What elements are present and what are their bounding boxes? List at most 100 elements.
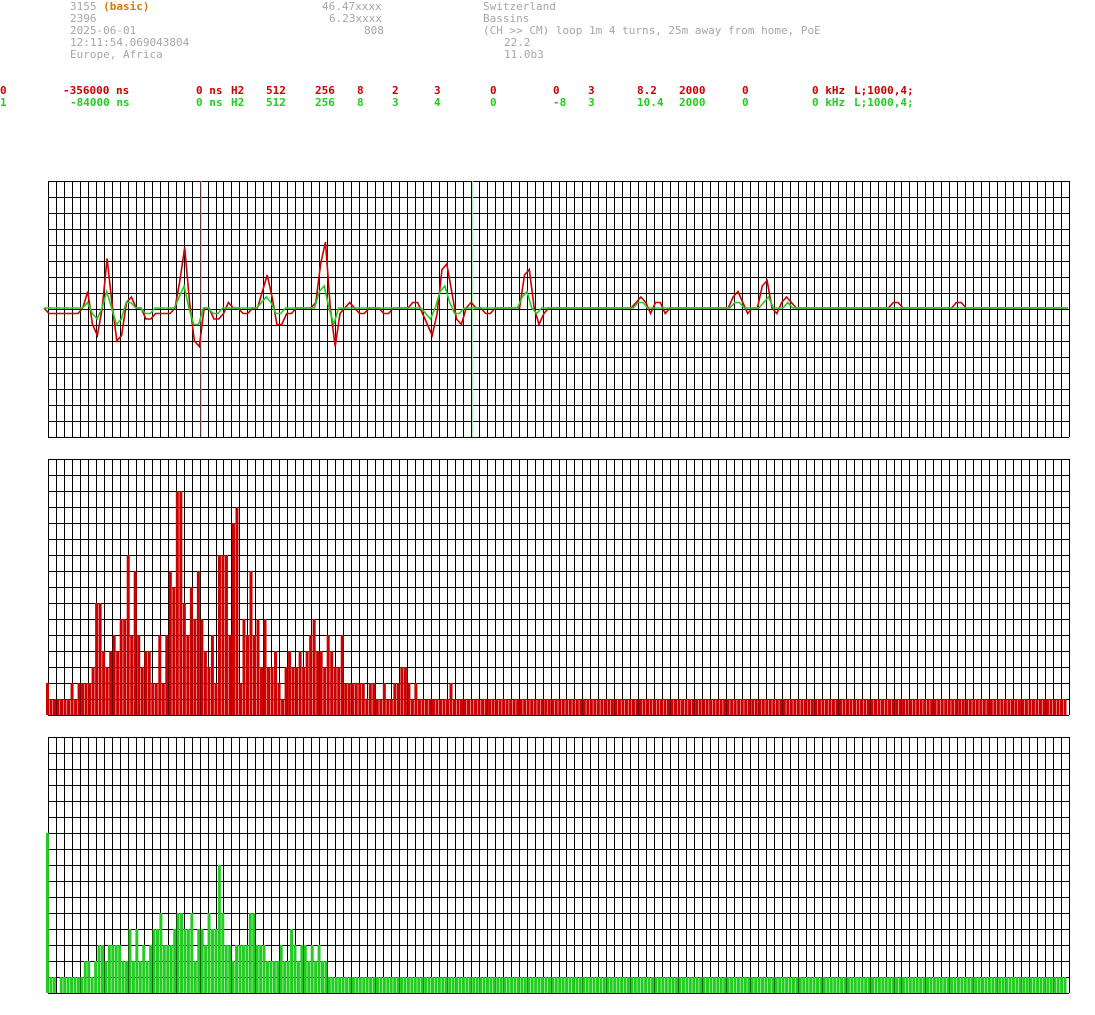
spectrum-bar xyxy=(915,977,919,993)
spectrum-bar xyxy=(1022,977,1026,993)
spectrum-bar xyxy=(197,929,201,993)
spectrum-bar xyxy=(592,977,596,993)
spectrum-bar xyxy=(919,699,923,715)
spectrum-bar xyxy=(272,961,276,993)
spectrum-bar xyxy=(895,977,899,993)
spectrum-bar xyxy=(375,699,379,715)
spectrum-bar xyxy=(448,977,452,993)
spectrum-bar xyxy=(902,699,906,715)
spectrum-bar xyxy=(407,683,411,715)
spectrum-bar xyxy=(451,977,455,993)
spectrum-bar xyxy=(817,699,821,715)
spectrum-bar xyxy=(142,945,146,993)
spectrum-bar xyxy=(358,683,362,715)
spectrum-bar xyxy=(386,977,390,993)
spectrum-bar xyxy=(1053,977,1057,993)
spectrum-bar xyxy=(214,929,218,993)
spectrum-bar xyxy=(681,699,685,715)
spectrum-bar xyxy=(805,977,809,993)
spectrum-bar xyxy=(492,977,496,993)
spectrum-bar xyxy=(554,977,558,993)
spectrum-bar xyxy=(470,699,474,715)
spectrum-bar xyxy=(372,977,376,993)
spectrum-bar xyxy=(730,699,734,715)
spectrum-bar xyxy=(1052,699,1056,715)
spectrum-bar xyxy=(435,699,439,715)
spectrum-bar xyxy=(396,683,400,715)
spectrum-bar xyxy=(1024,699,1028,715)
spectrum-bar xyxy=(747,977,751,993)
spectrum-bar xyxy=(420,977,424,993)
spectrum-bar xyxy=(180,913,184,993)
spectrum-bar xyxy=(668,977,672,993)
spectrum-bar xyxy=(987,977,991,993)
spectrum-bar xyxy=(695,977,699,993)
spectrum-bar xyxy=(705,699,709,715)
spectrum-bar xyxy=(66,977,70,993)
spectrum-bar xyxy=(445,699,449,715)
spectrum-bar xyxy=(449,683,453,715)
spectrum-bar xyxy=(791,977,795,993)
spectrum-bar xyxy=(664,977,668,993)
spectrum-bar xyxy=(211,929,214,993)
spectrum-bar xyxy=(537,699,541,715)
spectrum-bar xyxy=(499,977,503,993)
spectrum-bar xyxy=(520,977,524,993)
spectrum-bar xyxy=(270,667,274,715)
spectrum-bar xyxy=(486,977,489,993)
spectrum-bar xyxy=(172,587,176,715)
spectrum-bar xyxy=(750,977,754,993)
spectrum-bar xyxy=(128,929,132,993)
spectrum-bar xyxy=(1042,699,1046,715)
spectrum-bar xyxy=(593,699,597,715)
spectrum-bar xyxy=(421,699,425,715)
spectrum-bar xyxy=(283,961,287,993)
spectrum-bar xyxy=(986,699,990,715)
spectrum-bar xyxy=(319,651,323,715)
spectrum-bar xyxy=(217,555,221,715)
spectrum-bar xyxy=(754,977,758,993)
spectrum-bar xyxy=(119,619,123,715)
spectrum-bar xyxy=(368,683,372,715)
spectrum-bar xyxy=(534,977,538,993)
spectrum-bar xyxy=(960,977,964,993)
spectrum-bar xyxy=(807,699,811,715)
spectrum-bar xyxy=(626,977,630,993)
spectrum-bar xyxy=(1063,699,1067,715)
spectrum-bar xyxy=(716,699,720,715)
spectrum-bar xyxy=(909,699,913,715)
spectrum-bar xyxy=(347,683,351,715)
spectrum-bar xyxy=(554,699,558,715)
spectrum-bar xyxy=(196,571,200,715)
spectrum-bar xyxy=(840,977,844,993)
spectrum-bar xyxy=(203,651,207,715)
spectrum-bar xyxy=(994,977,998,993)
spectrum-bar xyxy=(737,699,741,715)
spectrum-bar xyxy=(245,635,249,715)
spectrum-bar xyxy=(812,977,816,993)
spectrum-bar xyxy=(428,699,432,715)
spectrum-bar xyxy=(789,699,793,715)
spectrum-bar xyxy=(829,977,833,993)
spectrum-bar xyxy=(929,977,933,993)
spectrum-bar xyxy=(527,977,531,993)
spectrum-bar xyxy=(863,699,867,715)
spectrum-bar xyxy=(249,571,253,715)
spectrum-bar xyxy=(314,961,318,993)
spectrum-bar xyxy=(344,683,348,715)
spectrum-bar xyxy=(607,699,611,715)
spectrum-bar xyxy=(123,619,127,715)
spectrum-bar xyxy=(691,699,695,715)
spectrum-bar xyxy=(231,523,235,715)
spectrum-bar xyxy=(345,977,349,993)
spectrum-bar xyxy=(989,699,993,715)
spectrum-bar xyxy=(154,683,158,715)
spectrum-bar xyxy=(586,699,590,715)
spectrum-bar xyxy=(101,945,104,993)
spectrum-bar xyxy=(144,651,148,715)
spectrum-bar xyxy=(568,977,572,993)
spectrum-bar xyxy=(972,699,976,715)
spectrum-bar xyxy=(630,977,634,993)
spectrum-bar xyxy=(747,699,751,715)
spectrum-bar xyxy=(1056,977,1060,993)
